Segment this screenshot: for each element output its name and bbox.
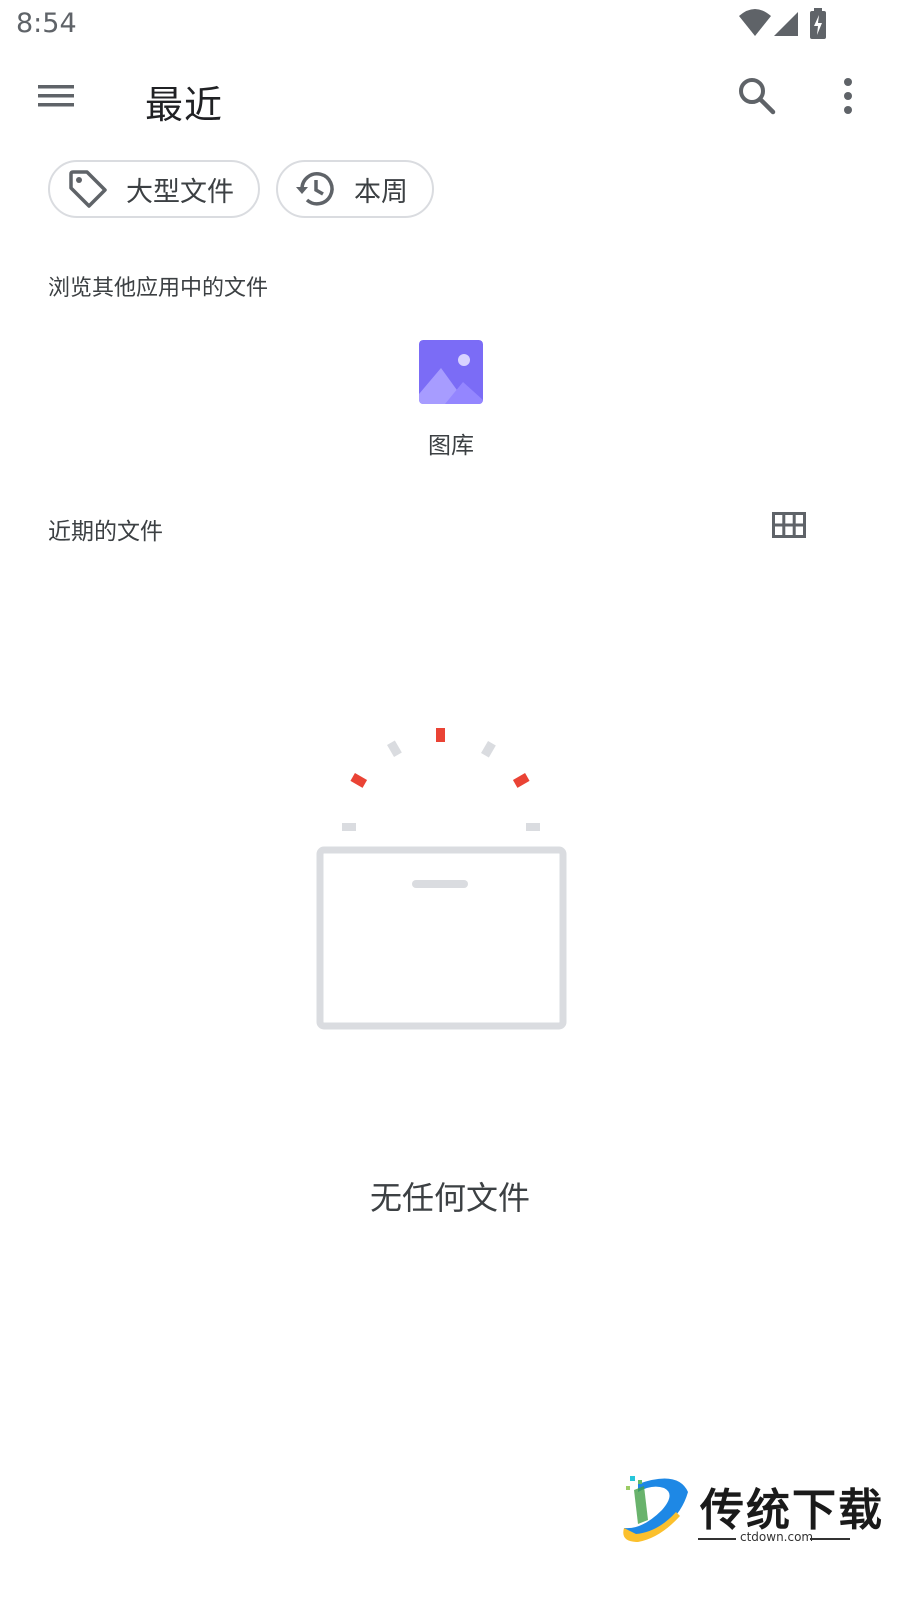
- page-title: 最近: [145, 83, 224, 127]
- watermark-title: 传统下载: [700, 1485, 884, 1536]
- recent-files-heading: 近期的文件: [48, 519, 163, 545]
- menu-icon: [38, 85, 74, 107]
- app-bar: 最近: [0, 60, 900, 140]
- watermark-line-right: [810, 1538, 850, 1540]
- chip-label: 大型文件: [126, 176, 234, 208]
- search-icon: [739, 78, 776, 115]
- chip-large-files[interactable]: 大型文件: [48, 160, 260, 218]
- status-time: 8:54: [16, 8, 77, 39]
- chip-this-week[interactable]: 本周: [276, 160, 434, 218]
- empty-state-message: 无任何文件: [369, 1179, 530, 1217]
- watermark-line-left: [698, 1538, 736, 1540]
- watermark-emblem: [623, 1476, 688, 1542]
- empty-state-illustration: [310, 720, 580, 1040]
- more-options-button[interactable]: [818, 66, 878, 126]
- watermark-subtitle: ctdown.com: [740, 1530, 814, 1544]
- more-vert-icon: [844, 78, 852, 114]
- battery-charging-icon: [810, 8, 826, 39]
- app-item-gallery[interactable]: 图库: [388, 340, 514, 460]
- grid-view-icon: [772, 512, 806, 538]
- signal-icon: [774, 12, 798, 36]
- status-icons: [732, 8, 832, 39]
- menu-button[interactable]: [26, 66, 86, 126]
- wifi-icon: [739, 9, 771, 36]
- label-tag-icon: [66, 167, 110, 211]
- status-bar: 8:54: [0, 0, 900, 50]
- chip-label: 本周: [354, 176, 408, 208]
- browse-apps-heading: 浏览其他应用中的文件: [48, 276, 269, 301]
- watermark-logo: 传统下载 ctdown.com: [618, 1472, 882, 1572]
- gallery-icon: [419, 340, 483, 404]
- app-label: 图库: [428, 433, 474, 459]
- search-button[interactable]: [727, 66, 787, 126]
- grid-view-toggle[interactable]: [764, 500, 814, 550]
- history-icon: [294, 167, 338, 211]
